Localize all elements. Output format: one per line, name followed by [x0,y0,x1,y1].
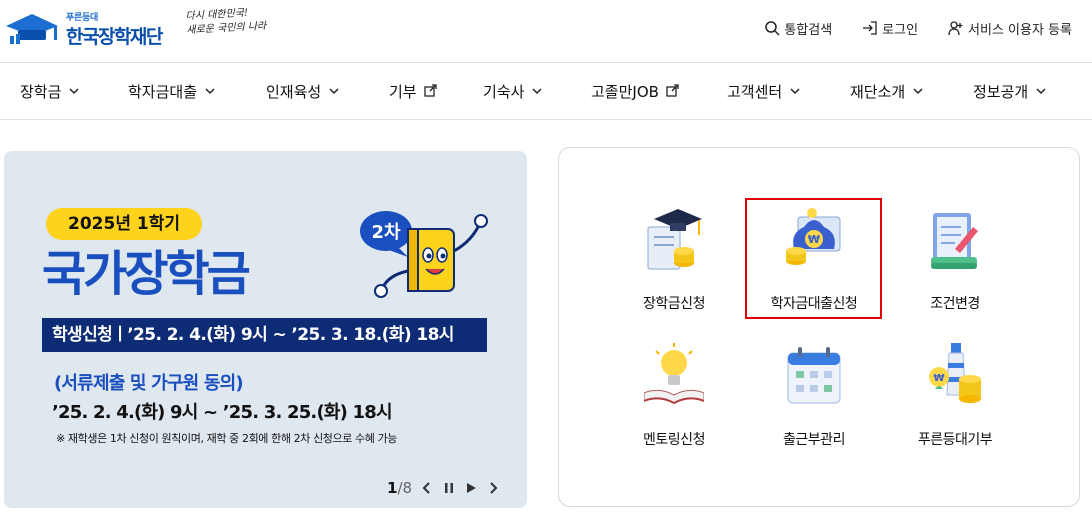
quick-item-student-loan-apply[interactable]: ₩ 학자금대출신청 [749,205,879,325]
nav-item-label: 장학금 [20,82,62,101]
nav-item-label: 인재육성 [266,82,322,101]
semester-badge: 2025년 1학기 [46,208,202,240]
nav-item-label: 재단소개 [850,82,906,101]
quick-item-label: 장학금신청 [643,296,705,312]
register-link-label: 서비스 이용자 등록 [968,22,1072,38]
login-icon [863,21,877,35]
login-link-label: 로그인 [882,22,919,38]
nav-item-label: 기부 [389,82,417,101]
nav-item-label: 고객센터 [727,82,783,101]
nav-item-donation[interactable]: 기부 [389,63,437,119]
calendar-icon [784,341,844,411]
quick-item-scholarship-apply[interactable]: 장학금신청 [609,205,739,325]
round-badge: 2차 [371,222,401,243]
utility-menu: 통합검색 로그인 서비스 이용자 등록 [734,17,1072,39]
chevron-down-icon [329,88,339,95]
document-edit-icon [925,205,985,275]
register-link[interactable]: 서비스 이용자 등록 [948,17,1072,39]
logo-title: 한국장학재단 [66,26,163,48]
nav-item-disclosure[interactable]: 정보공개 [973,63,1048,119]
nav-item-label: 고졸만JOB [591,82,659,101]
slogan: 다시 대한민국! 새로운 국민의 나라 [185,6,266,38]
login-link[interactable]: 로그인 [862,17,918,39]
document-submission-period: ’25. 2. 4.(화) 9시 ~ ’25. 3. 25.(화) 18시 [52,402,393,423]
slogan-line-2: 새로운 국민의 나라 [186,20,267,37]
quick-item-label: 조건변경 [930,296,980,312]
mascot-illustration: 2차 [356,201,496,311]
nav-item-customer-center[interactable]: 고객센터 [727,63,802,119]
chevron-down-icon [532,88,542,95]
chevron-down-icon [1036,88,1046,95]
search-link[interactable]: 통합검색 [764,17,832,39]
banner-note: ※ 재학생은 1차 신청이 원칙이며, 재학 중 2회에 한해 2차 신청으로 … [56,432,398,445]
total-pages: /8 [397,479,413,497]
chevron-left-icon [422,482,430,494]
nav-item-talent[interactable]: 인재육성 [266,63,341,119]
site-header: 푸른등대 한국장학재단 다시 대한민국! 새로운 국민의 나라 통합검색 로그인… [0,0,1092,62]
quick-item-condition-change[interactable]: 조건변경 [890,205,1020,325]
document-submission-title: (서류제출 및 가구원 동의) [54,373,244,394]
svg-text:₩: ₩ [933,373,944,384]
search-icon [765,21,780,36]
svg-text:₩: ₩ [808,233,820,246]
banner-pager: 1/8 [387,479,500,497]
chevron-down-icon [913,88,923,95]
graduation-cap-icon [644,205,704,275]
main-navigation: 장학금 학자금대출 인재육성 기부 기숙사 고졸만JOB 고객센터 재단소개 정… [0,62,1092,120]
chevron-down-icon [205,88,215,95]
page-indicator: 1/8 [387,479,412,497]
pause-button[interactable] [442,480,456,496]
prev-button[interactable] [420,480,434,496]
quick-item-label: 멘토링신청 [643,432,705,448]
quick-item-mentoring-apply[interactable]: 멘토링신청 [609,341,739,461]
nav-item-label: 학자금대출 [128,82,198,101]
nav-item-label: 정보공개 [973,82,1029,101]
play-button[interactable] [464,480,478,496]
lightbulb-book-icon [643,341,705,411]
external-link-icon [423,84,437,97]
site-logo[interactable]: 푸른등대 한국장학재단 [4,8,174,48]
quick-item-label: 출근부관리 [783,432,845,448]
nav-item-dormitory[interactable]: 기숙사 [483,63,544,119]
quick-item-label: 푸른등대기부 [917,432,993,448]
quick-item-label: 학자금대출신청 [770,296,858,312]
search-link-label: 통합검색 [784,22,833,38]
nav-item-scholarship[interactable]: 장학금 [20,63,81,119]
quick-item-blue-lighthouse-donation[interactable]: ₩ 푸른등대기부 [890,341,1020,461]
next-button[interactable] [486,480,500,496]
current-page: 1 [387,479,398,497]
nav-item-job[interactable]: 고졸만JOB [591,63,679,119]
nav-item-student-loan[interactable]: 학자금대출 [128,63,217,119]
quick-item-attendance-manage[interactable]: 출근부관리 [749,341,879,461]
chevron-down-icon [69,88,79,95]
application-period: 학생신청ㅣ’25. 2. 4.(화) 9시 ~ ’25. 3. 18.(화) 1… [42,318,487,352]
quick-menu: 장학금신청 ₩ 학자금대출신청 조건변경 멘토링신청 출근부관리 ₩ 푸른등대기… [558,147,1080,507]
user-add-icon [948,21,963,36]
main-banner[interactable]: 2025년 1학기 국가장학금 2차 학생신청ㅣ’25. 2. 4.(화) 9시… [4,151,527,508]
nav-item-label: 기숙사 [483,82,525,101]
pause-icon [445,483,454,493]
lighthouse-coins-icon: ₩ [925,341,985,411]
logo-mark-icon [4,8,64,48]
money-bag-icon: ₩ [784,205,844,275]
nav-item-about[interactable]: 재단소개 [850,63,925,119]
play-icon [467,483,477,493]
banner-title: 국가장학금 [42,246,251,302]
chevron-right-icon [490,482,498,494]
chevron-down-icon [790,88,800,95]
external-link-icon [666,84,679,97]
